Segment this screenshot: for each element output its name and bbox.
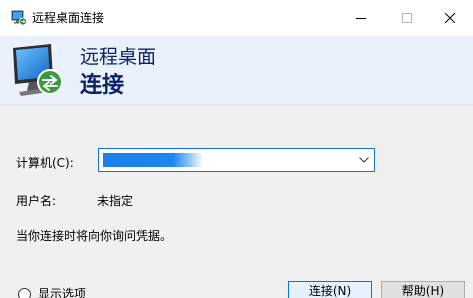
connect-button[interactable]: 连接(N) xyxy=(288,281,372,298)
chevron-down-icon[interactable] xyxy=(354,149,374,171)
remote-desktop-app-icon xyxy=(11,10,27,26)
minimize-icon xyxy=(356,18,366,19)
username-value: 未指定 xyxy=(97,194,134,208)
show-options-label[interactable]: 显示选项 xyxy=(38,286,86,298)
header-banner: 远程桌面 连接 xyxy=(0,36,473,105)
close-icon xyxy=(445,13,455,23)
minimize-button[interactable] xyxy=(338,0,384,36)
help-button[interactable]: 帮助(H) xyxy=(381,281,465,298)
computer-combobox[interactable] xyxy=(98,148,375,172)
username-label: 用户名: xyxy=(16,194,57,208)
maximize-button[interactable] xyxy=(384,0,430,36)
monitor-icon xyxy=(11,42,71,100)
show-options-toggle[interactable] xyxy=(18,288,31,298)
credentials-note: 当你连接时将向你询问凭据。 xyxy=(16,229,173,243)
banner-title-line1: 远程桌面 xyxy=(80,46,157,68)
title-bar[interactable]: 远程桌面连接 xyxy=(0,0,473,36)
banner-title-line2: 连接 xyxy=(80,73,125,98)
redacted-computer-name xyxy=(103,153,203,167)
remote-desktop-window: 远程桌面连接 远程桌面 连接 计算机(C): 用户名: 未指定 当你连接时将向你… xyxy=(0,0,473,298)
computer-label: 计算机(C): xyxy=(16,156,74,170)
window-title: 远程桌面连接 xyxy=(32,11,105,25)
maximize-icon xyxy=(402,13,412,23)
close-button[interactable] xyxy=(427,0,473,36)
